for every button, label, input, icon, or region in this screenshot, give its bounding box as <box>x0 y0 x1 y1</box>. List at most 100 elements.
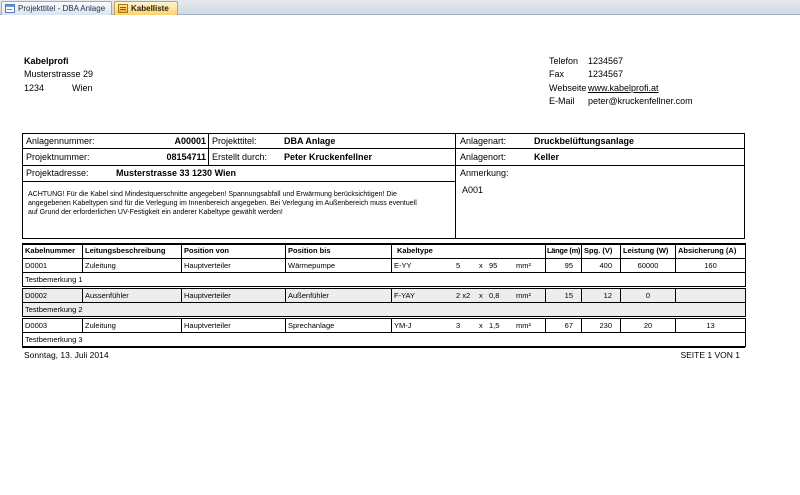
projektnummer-cell: Projektnummer: 08154711 <box>22 148 209 166</box>
header-position-bis: Position bis <box>285 243 392 259</box>
position-von-cell: Hauptverteiler <box>181 318 286 333</box>
kabeltype-cell: E-YY 5 x 95 mm² <box>391 258 546 273</box>
company-street: Musterstrasse 29 <box>24 69 94 79</box>
kabel-adern: 5 <box>456 260 461 270</box>
beschreibung-cell: Zuleitung <box>82 258 182 273</box>
erstellt-durch-label: Erstellt durch: <box>212 152 268 162</box>
header-kabelnummer: Kabelnummer <box>22 243 83 259</box>
header-row: Kabelnummer Leitungsbeschreibung Positio… <box>22 243 746 259</box>
anlagenart-value: Druckbelüftungsanlage <box>534 136 635 146</box>
report-date: Sonntag, 13. Juli 2014 <box>24 350 109 360</box>
report-page: Kabelprofi Musterstrasse 29 1234 Wien Te… <box>0 0 800 495</box>
bemerkung-row: Testbemerkung 2 <box>22 302 746 317</box>
projektadresse-value: Musterstrasse 33 1230 Wien <box>116 168 236 178</box>
kabel-times: x <box>479 290 483 300</box>
tab-projekttitel[interactable]: Projekttitel - DBA Anlage <box>1 1 112 15</box>
beschreibung-cell: Aussenfühler <box>82 288 182 303</box>
header-leitungsbeschreibung: Leitungsbeschreibung <box>82 243 182 259</box>
anmerkung-cell: Anmerkung: A001 <box>455 165 745 239</box>
company-city: Wien <box>72 83 93 93</box>
kabeltype-cell: YM-J 3 x 1,5 mm² <box>391 318 546 333</box>
fax-label: Fax <box>549 69 565 79</box>
cable-group: D0002 Aussenfühler Hauptverteiler Außenf… <box>22 288 746 317</box>
header-laenge: Länge (m) <box>545 243 582 259</box>
kabel-querschnitt: 0,8 <box>489 290 500 300</box>
header-position-von: Position von <box>181 243 286 259</box>
absicherung-cell: 13 <box>675 318 746 333</box>
projekttitel-value: DBA Anlage <box>284 136 336 146</box>
tab-kabelliste[interactable]: Kabelliste <box>114 1 178 15</box>
kabel-querschnitt: 95 <box>489 260 498 270</box>
leistung-cell: 20 <box>620 318 676 333</box>
table-row: D0003 Zuleitung Hauptverteiler Sprechanl… <box>22 318 746 333</box>
laenge-cell: 67 <box>545 318 582 333</box>
leistung-cell: 60000 <box>620 258 676 273</box>
projekttitel-cell: Projekttitel: DBA Anlage <box>208 133 456 149</box>
kabel-times: x <box>479 260 483 270</box>
header-leistung: Leistung (W) <box>620 243 676 259</box>
anlagennummer-value: A00001 <box>174 136 206 146</box>
erstellt-durch-cell: Erstellt durch: Peter Kruckenfellner <box>208 148 456 166</box>
cable-group: D0001 Zuleitung Hauptverteiler Wärmepump… <box>22 258 746 287</box>
phone-label: Telefon <box>549 56 579 66</box>
kabelnummer-cell: D0001 <box>22 258 83 273</box>
anlagenart-cell: Anlagenart: Druckbelüftungsanlage <box>455 133 745 149</box>
footer-divider <box>22 346 745 348</box>
kabel-type: E-YY <box>394 260 412 270</box>
projektnummer-label: Projektnummer: <box>26 152 90 162</box>
email-label: E-Mail <box>549 96 575 106</box>
phone-value: 1234567 <box>588 56 624 66</box>
anlagenort-label: Anlagenort: <box>460 152 507 162</box>
company-zip: 1234 <box>24 83 45 93</box>
warning-line: ACHTUNG! Für die Kabel sind Mindestquers… <box>28 191 397 198</box>
kabel-type: F-YAY <box>394 290 415 300</box>
company-name: Kabelprofi <box>24 56 69 66</box>
projektadresse-cell: Projektadresse: Musterstrasse 33 1230 Wi… <box>22 165 456 182</box>
bemerkung-row: Testbemerkung 1 <box>22 272 746 287</box>
bemerkung-cell: Testbemerkung 3 <box>22 332 746 347</box>
position-bis-cell: Wärmepumpe <box>285 258 392 273</box>
form-icon <box>5 4 15 13</box>
cable-table-header: Kabelnummer Leitungsbeschreibung Positio… <box>22 243 746 259</box>
website-link[interactable]: www.kabelprofi.at <box>588 83 659 94</box>
kabel-querschnitt: 1,5 <box>489 320 500 330</box>
projektadresse-label: Projektadresse: <box>26 168 89 178</box>
kabel-unit: mm² <box>516 260 531 270</box>
header-kabeltype: Kabeltype <box>391 243 546 259</box>
spannung-cell: 230 <box>581 318 621 333</box>
projekttitel-label: Projekttitel: <box>212 136 257 146</box>
page-number: SEITE 1 VON 1 <box>680 350 740 360</box>
absicherung-cell: 160 <box>675 258 746 273</box>
position-von-cell: Hauptverteiler <box>181 288 286 303</box>
kabeltype-cell: F-YAY 2 x2 x 0,8 mm² <box>391 288 546 303</box>
header-absicherung: Absicherung (A) <box>675 243 746 259</box>
anmerkung-value: A001 <box>462 185 484 195</box>
laenge-cell: 15 <box>545 288 582 303</box>
anlagenart-label: Anlagenart: <box>460 136 507 146</box>
warning-line: angegebenen Kabeltypen sind für die Verl… <box>28 200 417 207</box>
warning-text: ACHTUNG! Für die Kabel sind Mindestquers… <box>28 190 417 217</box>
laenge-cell: 95 <box>545 258 582 273</box>
absicherung-cell <box>675 288 746 303</box>
kabel-type: YM-J <box>394 320 412 330</box>
fax-value: 1234567 <box>588 69 624 79</box>
kabelnummer-cell: D0002 <box>22 288 83 303</box>
document-tab-bar: Projekttitel - DBA Anlage Kabelliste <box>0 0 800 15</box>
email-value: peter@kruckenfellner.com <box>588 96 693 106</box>
anlagenort-cell: Anlagenort: Keller <box>455 148 745 166</box>
website-label: Webseite <box>549 83 587 93</box>
warning-line: auf Grund der erforderlichen UV-Festigke… <box>28 209 283 216</box>
beschreibung-cell: Zuleitung <box>82 318 182 333</box>
table-row: D0001 Zuleitung Hauptverteiler Wärmepump… <box>22 258 746 273</box>
warning-cell: ACHTUNG! Für die Kabel sind Mindestquers… <box>22 181 456 239</box>
table-row: D0002 Aussenfühler Hauptverteiler Außenf… <box>22 288 746 303</box>
tab-label: Kabelliste <box>131 4 169 13</box>
kabel-unit: mm² <box>516 320 531 330</box>
anlagenort-value: Keller <box>534 152 560 162</box>
bemerkung-cell: Testbemerkung 1 <box>22 272 746 287</box>
position-von-cell: Hauptverteiler <box>181 258 286 273</box>
header-spannung: Spg. (V) <box>581 243 621 259</box>
spannung-cell: 400 <box>581 258 621 273</box>
report-icon <box>118 4 128 13</box>
position-bis-cell: Außenfühler <box>285 288 392 303</box>
